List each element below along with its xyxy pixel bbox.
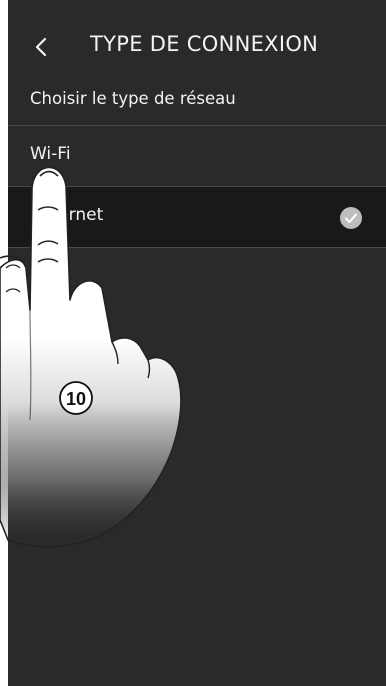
check-icon [340,207,362,229]
option-wifi-label: Wi-Fi [30,144,71,164]
page-title: TYPE DE CONNEXION [90,32,319,56]
back-button[interactable] [26,30,56,64]
option-ethernet[interactable]: Ethernet [8,187,386,248]
chevron-left-icon [35,37,47,57]
option-ethernet-label: Ethernet [30,205,104,225]
connection-type-screen: TYPE DE CONNEXION Choisir le type de rés… [8,0,386,686]
divider [8,247,386,248]
option-wifi[interactable]: Wi-Fi [8,126,386,187]
header: TYPE DE CONNEXION [8,0,386,90]
section-subtitle: Choisir le type de réseau [30,89,236,108]
